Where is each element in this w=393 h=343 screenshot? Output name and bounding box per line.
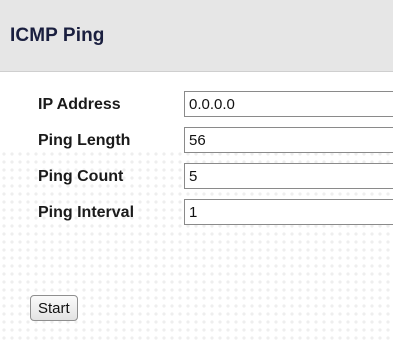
form-row-ip-address: IP Address <box>20 87 393 123</box>
ping-length-label: Ping Length <box>38 132 131 149</box>
ping-length-input[interactable] <box>184 127 393 153</box>
page-title: ICMP Ping <box>10 25 105 46</box>
start-button[interactable]: Start <box>30 295 78 321</box>
ping-count-input[interactable] <box>184 163 393 189</box>
form-row-ping-length: Ping Length <box>20 123 393 159</box>
form-row-ping-interval: Ping Interval <box>20 195 393 231</box>
ping-interval-input[interactable] <box>184 199 393 225</box>
ping-interval-label: Ping Interval <box>38 204 135 221</box>
form-row-ping-count: Ping Count <box>20 159 393 195</box>
icmp-ping-page: ICMP Ping IP Address Ping Length Ping Co… <box>0 0 393 343</box>
ip-address-label: IP Address <box>38 96 121 113</box>
page-header: ICMP Ping <box>0 0 393 72</box>
ping-count-label: Ping Count <box>38 168 124 185</box>
ip-address-input[interactable] <box>184 91 393 117</box>
